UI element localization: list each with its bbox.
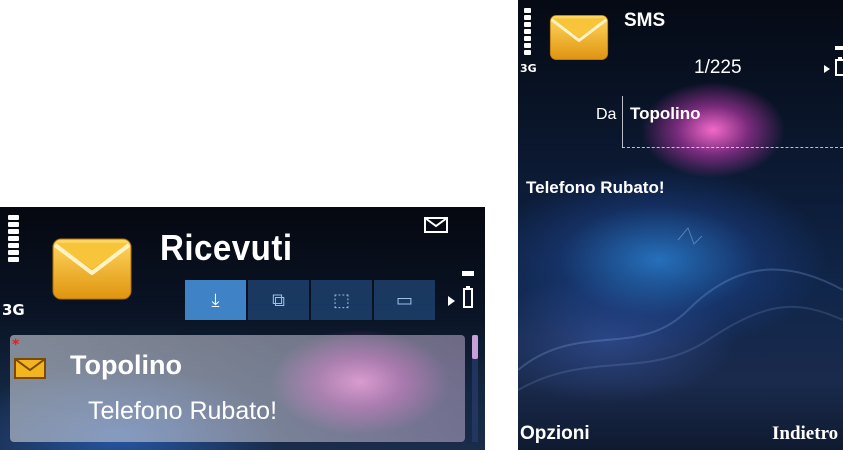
- from-value[interactable]: Topolino: [630, 104, 701, 124]
- message-preview: Telefono Rubato!: [88, 397, 278, 425]
- back-softkey[interactable]: Indietro: [772, 423, 838, 445]
- unread-message-icon: [14, 358, 46, 379]
- envelope-icon: [52, 238, 132, 300]
- new-mark: *: [12, 337, 20, 353]
- tab-card[interactable]: ▭: [374, 280, 435, 320]
- tab-inbox[interactable]: ⤓: [185, 280, 246, 320]
- network-type-label: 3G: [2, 301, 25, 319]
- network-type-label: 3G: [520, 62, 537, 75]
- page-title: Ricevuti: [160, 227, 293, 268]
- tab-mark[interactable]: ⬚: [311, 280, 372, 320]
- list-item[interactable]: * Topolino Telefono Rubato!: [10, 335, 465, 442]
- background-wave: [518, 227, 843, 391]
- mark-icon: ⬚: [332, 289, 350, 311]
- signal-strength-icon: [8, 215, 19, 262]
- from-label: Da: [596, 106, 617, 123]
- tab-folders[interactable]: ⧉: [248, 280, 309, 320]
- envelope-icon: [549, 15, 609, 60]
- new-message-envelope-icon: [424, 217, 448, 233]
- message-sender: Topolino: [70, 350, 182, 380]
- divider: [622, 147, 843, 148]
- signal-strength-icon: [524, 8, 531, 55]
- page-title: SMS: [624, 10, 666, 31]
- download-inbox-icon: ⤓: [211, 289, 220, 311]
- battery-icon: [462, 271, 474, 308]
- message-counter: 1/225: [694, 57, 742, 78]
- copy-folder-icon: ⧉: [272, 289, 285, 311]
- message-body: Telefono Rubato!: [526, 178, 665, 197]
- from-row: Da Topolino: [518, 96, 843, 148]
- arrow-right-icon[interactable]: [823, 64, 831, 74]
- folder-toolbar: ⤓ ⧉ ⬚ ▭: [185, 280, 435, 320]
- card-icon: ▭: [395, 289, 413, 311]
- message-screen: 3G SMS 1/225 Da Topolino Telefono Rubato…: [518, 0, 843, 450]
- scrollbar-thumb[interactable]: [472, 335, 478, 359]
- divider: [622, 96, 623, 148]
- scrollbar[interactable]: [472, 335, 478, 442]
- arrow-right-icon[interactable]: [446, 295, 456, 307]
- inbox-screen: 3G Ricevuti ⤓ ⧉ ⬚ ▭ * Topolino Telefono …: [0, 207, 485, 450]
- options-softkey[interactable]: Opzioni: [520, 423, 590, 445]
- battery-icon: [835, 46, 843, 76]
